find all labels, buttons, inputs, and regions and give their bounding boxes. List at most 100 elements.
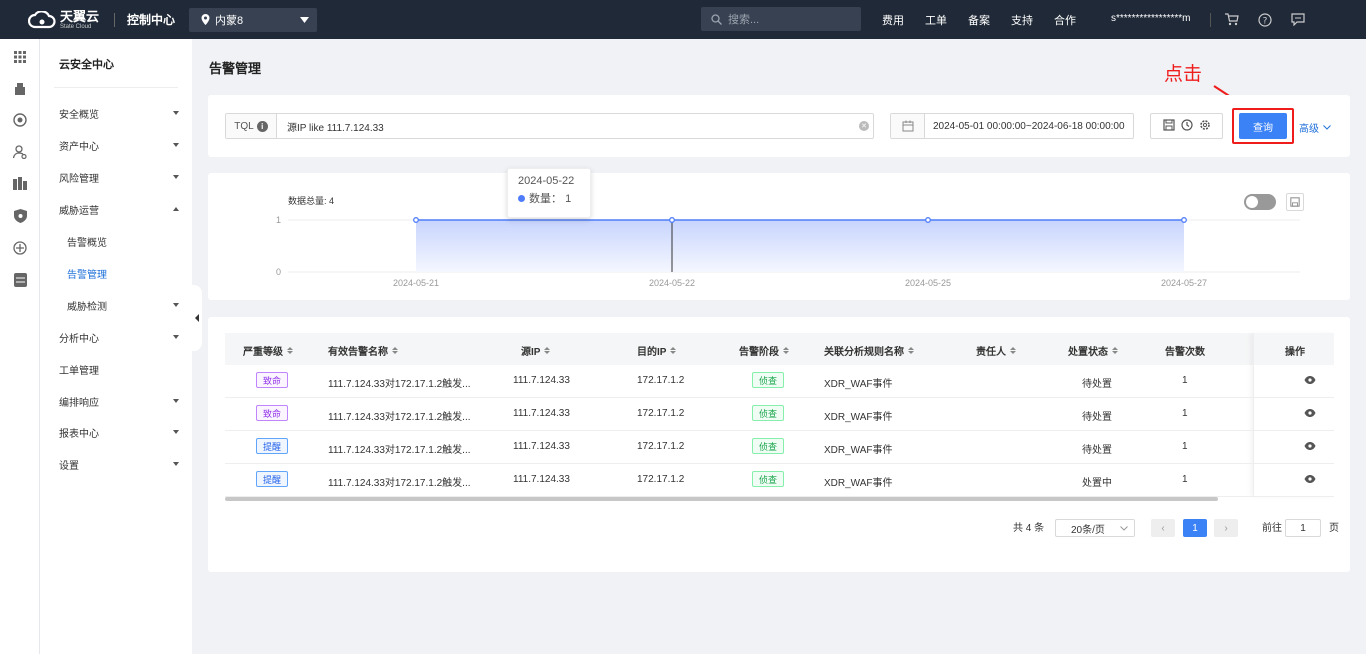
- table-row[interactable]: 致命 111.7.124.33对172.17.1.2触发... 111.7.12…: [225, 398, 1334, 431]
- sort-icon[interactable]: [908, 347, 914, 354]
- status: 待处置: [1082, 379, 1112, 390]
- global-search-input[interactable]: 搜索...: [701, 7, 861, 31]
- network-icon[interactable]: [12, 240, 28, 256]
- caret-down-icon: [173, 175, 179, 179]
- col-source-ip[interactable]: 源IP: [521, 343, 551, 358]
- apps-grid-icon[interactable]: [12, 49, 28, 65]
- query-button[interactable]: 查询: [1239, 113, 1287, 139]
- eye-icon[interactable]: [1304, 442, 1316, 450]
- clear-icon[interactable]: ✕: [859, 121, 869, 131]
- alert-count: 1: [1182, 474, 1188, 485]
- query-panel: TQL i 源IP like 111.7.124.33 ✕ 2024-05-01 …: [208, 95, 1350, 157]
- alert-name[interactable]: 111.7.124.33对172.17.1.2触发...: [328, 474, 471, 489]
- link-support[interactable]: 支持: [1011, 12, 1033, 28]
- sort-icon[interactable]: [670, 347, 677, 354]
- sort-icon[interactable]: [544, 347, 551, 354]
- alert-count-chart[interactable]: 0 1 2024-05-21 2024-05-22 2024-05-25 2024-05-…: [208, 173, 1350, 300]
- user-account[interactable]: s*****************m: [1111, 13, 1191, 24]
- menu-item-overview[interactable]: 安全概览: [59, 106, 179, 121]
- y-tick-label: 0: [276, 267, 281, 277]
- alert-name[interactable]: 111.7.124.33对172.17.1.2触发...: [328, 408, 471, 423]
- col-dest-ip[interactable]: 目的IP: [637, 343, 677, 358]
- alert-name[interactable]: 111.7.124.33对172.17.1.2触发...: [328, 441, 471, 456]
- link-filing[interactable]: 备案: [968, 12, 990, 28]
- message-icon[interactable]: [1291, 13, 1305, 26]
- horizontal-scrollbar[interactable]: [225, 497, 1218, 501]
- tql-input[interactable]: 源IP like 111.7.124.33: [277, 119, 859, 134]
- console-title[interactable]: 控制中心: [127, 11, 175, 28]
- eye-icon[interactable]: [1304, 475, 1316, 483]
- page-title: 告警管理: [209, 61, 262, 76]
- menu-item-risk[interactable]: 风险管理: [59, 170, 179, 185]
- col-rule-name[interactable]: 关联分析规则名称: [824, 343, 914, 358]
- link-billing[interactable]: 费用: [882, 12, 904, 28]
- stage-tag: 侦查: [752, 372, 784, 388]
- user-settings-icon[interactable]: [12, 144, 28, 160]
- menu-item-settings[interactable]: 设置: [59, 457, 179, 472]
- help-icon[interactable]: ?: [1258, 12, 1272, 27]
- sort-icon[interactable]: [392, 347, 398, 354]
- page-number-button[interactable]: 1: [1183, 519, 1207, 537]
- shield-icon[interactable]: [12, 208, 28, 224]
- page-size-select[interactable]: 20条/页: [1055, 519, 1135, 537]
- goto-page-input[interactable]: 1: [1285, 519, 1321, 537]
- data-point: [413, 217, 419, 223]
- info-icon[interactable]: i: [256, 120, 268, 132]
- sort-icon[interactable]: [287, 347, 293, 354]
- stage-tag: 侦查: [752, 405, 784, 421]
- sort-icon[interactable]: [1010, 347, 1016, 354]
- layers-icon[interactable]: [12, 112, 28, 128]
- col-owner[interactable]: 责任人: [976, 343, 1016, 358]
- menu-item-alert-management[interactable]: 告警管理: [67, 266, 179, 281]
- alert-count: 1: [1182, 375, 1188, 386]
- divider: [54, 87, 178, 88]
- cloud-logo-icon: [28, 10, 56, 28]
- sort-icon[interactable]: [783, 347, 789, 354]
- history-icon[interactable]: [1180, 118, 1193, 134]
- table-row[interactable]: 致命 111.7.124.33对172.17.1.2触发... 111.7.12…: [225, 365, 1334, 398]
- server-icon[interactable]: [12, 176, 28, 192]
- save-icon[interactable]: [1162, 118, 1175, 134]
- date-range-picker[interactable]: 2024-05-01 00:00:00~2024-06-18 00:00:00: [890, 113, 1134, 139]
- alert-count: 1: [1182, 408, 1188, 419]
- col-severity[interactable]: 严重等级: [243, 343, 293, 358]
- x-tick-label: 2024-05-25: [905, 278, 951, 288]
- gear-icon[interactable]: [1199, 119, 1211, 134]
- data-point: [925, 217, 931, 223]
- database-icon[interactable]: [12, 272, 28, 288]
- menu-item-analysis[interactable]: 分析中心: [59, 330, 179, 345]
- next-page-button[interactable]: ›: [1214, 519, 1238, 537]
- col-status[interactable]: 处置状态: [1068, 343, 1118, 358]
- table-row[interactable]: 提醒 111.7.124.33对172.17.1.2触发... 111.7.12…: [225, 431, 1334, 464]
- link-tickets[interactable]: 工单: [925, 12, 947, 28]
- menu-item-reports[interactable]: 报表中心: [59, 425, 179, 440]
- advanced-toggle[interactable]: 高级: [1299, 120, 1331, 135]
- data-point: [669, 217, 675, 223]
- eye-icon[interactable]: [1304, 409, 1316, 417]
- top-icons: ?: [1210, 0, 1324, 39]
- building-icon[interactable]: [12, 81, 28, 97]
- cart-icon[interactable]: [1225, 13, 1239, 26]
- menu-item-tickets[interactable]: 工单管理: [59, 362, 179, 377]
- menu-item-assets[interactable]: 资产中心: [59, 138, 179, 153]
- link-partner[interactable]: 合作: [1054, 12, 1076, 28]
- logo[interactable]: 天翼云 State Cloud: [28, 10, 114, 30]
- col-alert-name[interactable]: 有效告警名称: [328, 343, 398, 358]
- collapse-sidebar-button[interactable]: [192, 285, 202, 351]
- menu-item-threat-ops[interactable]: 威胁运营: [59, 202, 179, 217]
- menu-item-alert-overview[interactable]: 告警概览: [67, 234, 179, 249]
- region-selector[interactable]: 内蒙8: [189, 7, 318, 32]
- col-alert-stage[interactable]: 告警阶段: [739, 343, 789, 358]
- table-row[interactable]: 提醒 111.7.124.33对172.17.1.2触发... 111.7.12…: [225, 464, 1334, 497]
- status: 处置中: [1082, 478, 1112, 489]
- chart-tooltip: 2024-05-22 数量： 1: [507, 168, 591, 218]
- region-label: 内蒙8: [215, 14, 244, 27]
- prev-page-button[interactable]: ‹: [1151, 519, 1175, 537]
- sort-icon[interactable]: [1112, 347, 1118, 354]
- menu-item-threat-detection[interactable]: 威胁检测: [67, 298, 179, 313]
- source-ip: 111.7.124.33: [513, 375, 570, 386]
- source-ip: 111.7.124.33: [513, 474, 570, 485]
- alert-name[interactable]: 111.7.124.33对172.17.1.2触发...: [328, 375, 471, 390]
- menu-item-orchestration[interactable]: 编排响应: [59, 394, 179, 409]
- eye-icon[interactable]: [1304, 376, 1316, 384]
